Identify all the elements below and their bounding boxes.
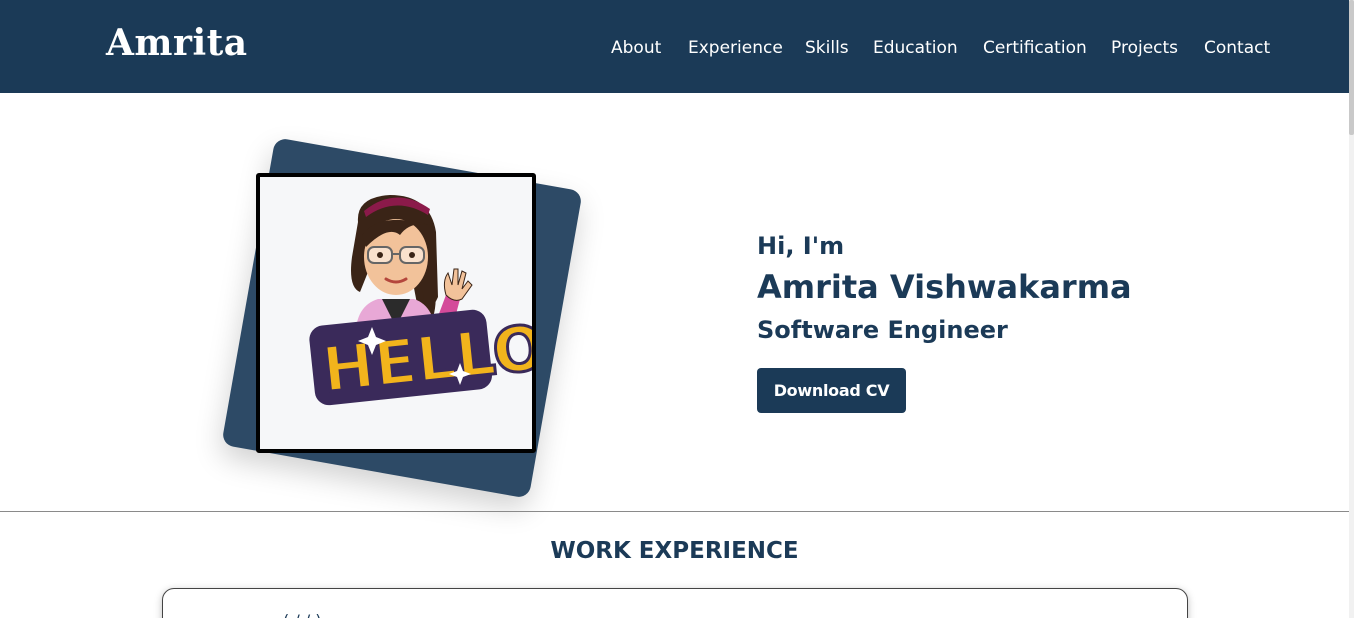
hero-name: Amrita Vishwakarma: [757, 268, 1132, 306]
top-navbar: Amrita About Experience Skills Education…: [0, 0, 1349, 93]
avatar-hello-illustration: HELLO: [309, 195, 532, 408]
nav-experience[interactable]: Experience: [688, 37, 783, 59]
section-divider: [0, 511, 1349, 512]
hero-role: Software Engineer: [757, 316, 1008, 344]
scrollbar-thumb[interactable]: [1349, 0, 1354, 135]
avatar-frame: HELLO: [256, 173, 536, 453]
hero-greeting: Hi, I'm: [757, 232, 845, 260]
nav-links: About Experience Skills Education Certif…: [0, 0, 1349, 93]
experience-card-peek: ( / / ): [283, 611, 322, 618]
nav-projects[interactable]: Projects: [1111, 37, 1178, 59]
nav-contact[interactable]: Contact: [1204, 37, 1270, 59]
nav-certification[interactable]: Certification: [983, 37, 1087, 59]
nav-education[interactable]: Education: [873, 37, 958, 59]
nav-about[interactable]: About: [611, 37, 661, 59]
nav-skills[interactable]: Skills: [805, 37, 849, 59]
work-experience-title: WORK EXPERIENCE: [550, 538, 799, 564]
scrollbar-track[interactable]: [1349, 0, 1354, 618]
download-cv-button[interactable]: Download CV: [757, 368, 906, 413]
experience-card: ( / / ): [162, 588, 1188, 618]
